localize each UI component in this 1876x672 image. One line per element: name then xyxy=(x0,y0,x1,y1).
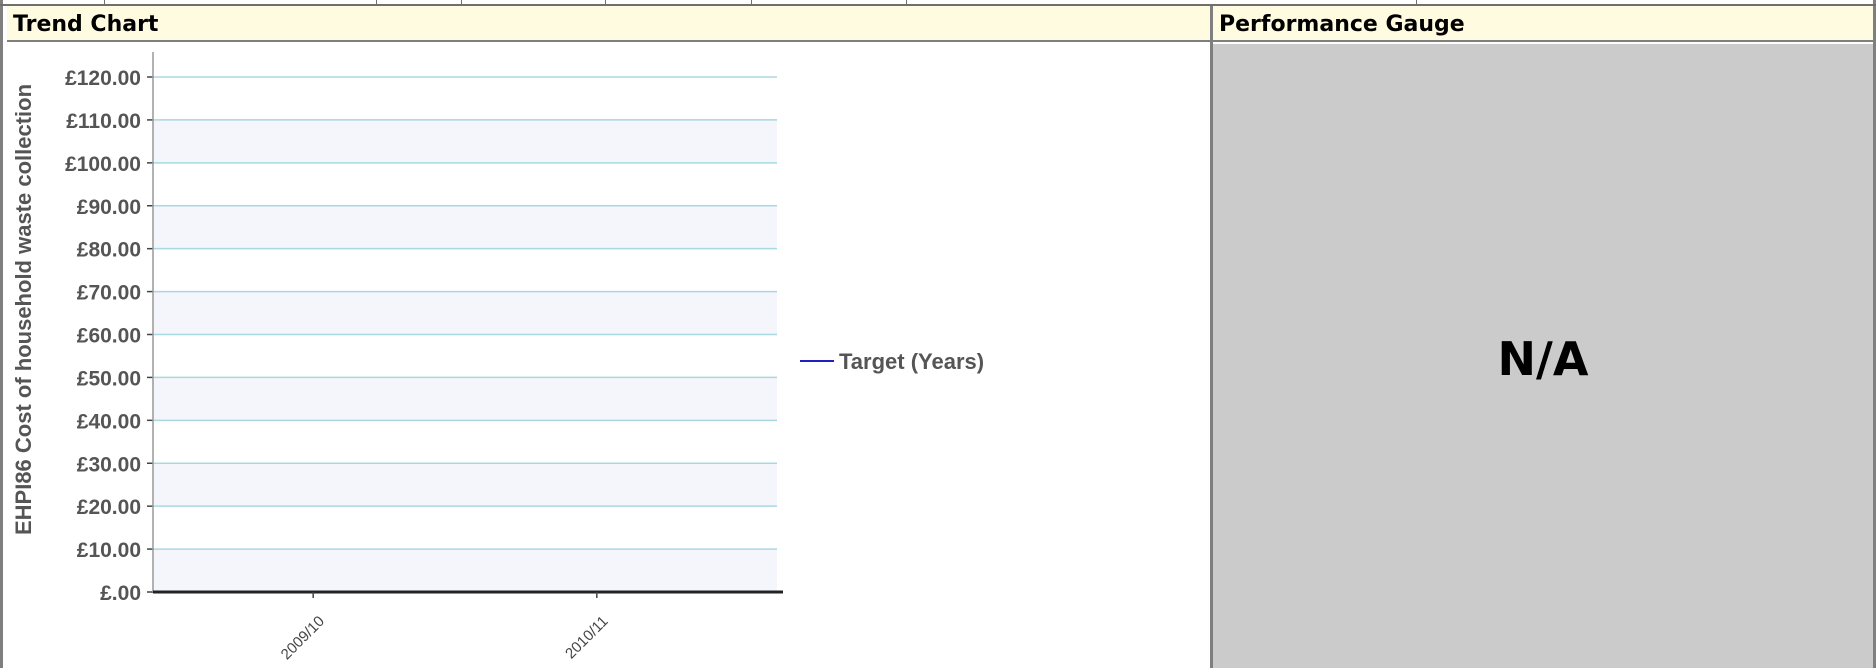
y-tick-label: £50.00 xyxy=(77,367,141,390)
grid-band xyxy=(153,119,777,163)
y-tick-label: £30.00 xyxy=(77,453,141,476)
grid-band xyxy=(153,205,777,249)
trend-chart-header: Trend Chart xyxy=(7,6,1210,42)
legend-label: Target (Years) xyxy=(839,349,984,374)
gauge-value: N/A xyxy=(1497,332,1589,386)
y-tick-label: £60.00 xyxy=(77,325,141,348)
y-tick-label: £100.00 xyxy=(65,153,141,176)
trend-chart: £120.00 £110.00 £100.00 £90.00 £80.00 £70.00 £… xyxy=(11,52,984,663)
x-tick-label: 2010/11 xyxy=(562,613,612,663)
grid-band xyxy=(153,377,777,421)
trend-chart-panel: £120.00 £110.00 £100.00 £90.00 £80.00 £70.00 £… xyxy=(7,44,1210,668)
y-tick-label: £10.00 xyxy=(77,539,141,562)
y-tick-label: £80.00 xyxy=(77,239,141,262)
y-tick-label: £.00 xyxy=(100,582,141,605)
y-tick-label: £90.00 xyxy=(77,196,141,219)
grid-band xyxy=(153,549,777,592)
y-tick-label: £20.00 xyxy=(77,496,141,519)
performance-gauge-header: Performance Gauge xyxy=(1213,6,1873,42)
y-tick-label: £40.00 xyxy=(77,410,141,433)
y-tick-label: £120.00 xyxy=(65,67,141,90)
x-tick-label: 2009/10 xyxy=(278,613,328,663)
grid-band xyxy=(153,291,777,335)
y-tick-label: £110.00 xyxy=(66,110,141,133)
performance-gauge-panel: N/A xyxy=(1213,44,1873,668)
y-tick-label: £70.00 xyxy=(77,282,141,305)
grid-band xyxy=(153,463,777,507)
y-axis-title: EHPI86 Cost of household waste collectio… xyxy=(11,84,36,535)
